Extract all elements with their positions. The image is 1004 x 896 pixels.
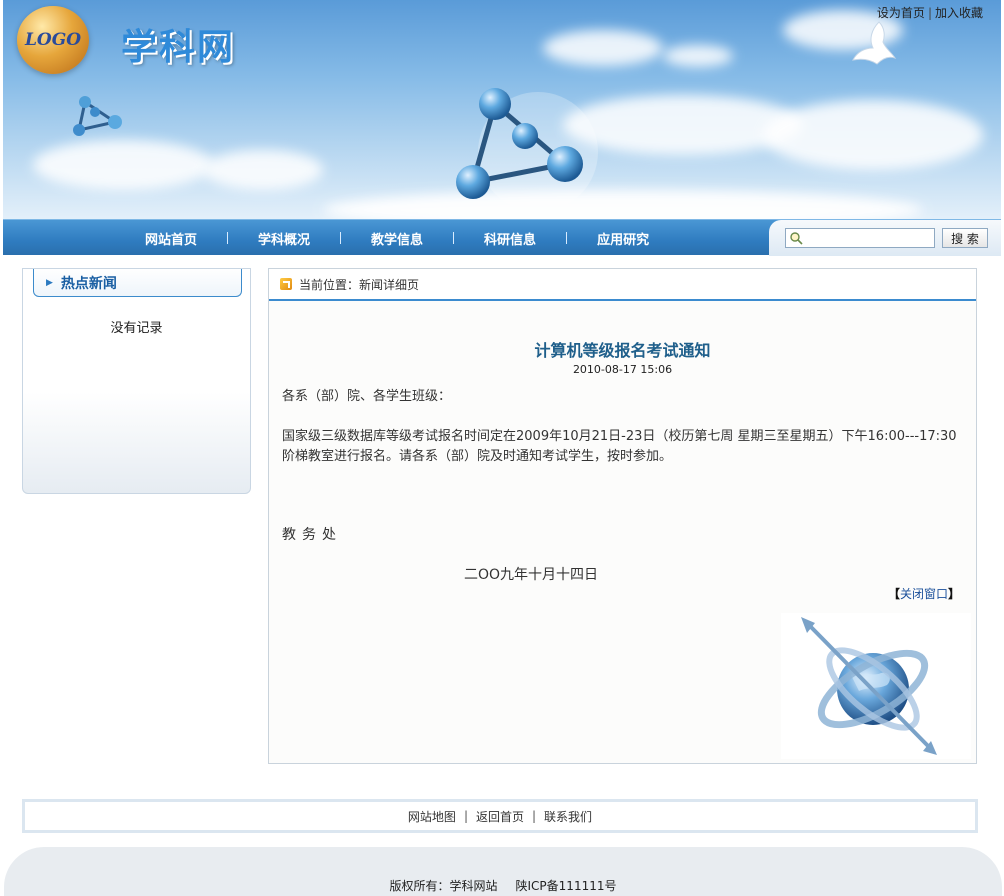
search-input[interactable] <box>785 228 935 248</box>
article-date: 2010-08-17 15:06 <box>572 363 673 376</box>
cloud-decoration <box>323 190 923 220</box>
molecule-large-icon <box>456 88 598 212</box>
nav-item-teaching[interactable]: 教学信息 <box>341 229 453 248</box>
article-greeting: 各系（部）院、各学生班级： <box>282 389 452 404</box>
nav-bar: 网站首页 学科概况 教学信息 科研信息 应用研究 搜 索 <box>3 219 1001 256</box>
cloud-decoration <box>763 100 983 170</box>
separator: | <box>463 809 468 823</box>
contact-link[interactable]: 联系我们 <box>544 808 592 825</box>
copyright-text: 版权所有：学科网站 <box>389 879 498 893</box>
top-links: 设为首页 | 加入收藏 <box>877 4 983 21</box>
dove-icon <box>852 21 897 65</box>
separator: | <box>532 809 537 823</box>
hot-news-header: ▶ 热点新闻 <box>33 269 242 297</box>
nav-item-overview[interactable]: 学科概况 <box>228 229 340 248</box>
location-arrow-icon <box>280 278 292 290</box>
sitemap-link[interactable]: 网站地图 <box>408 808 456 825</box>
search-icon <box>790 232 803 245</box>
globe-image <box>781 613 971 759</box>
add-favorite-link[interactable]: 加入收藏 <box>935 6 983 20</box>
hot-news-title: 热点新闻 <box>60 275 117 292</box>
article-panel: 当前位置：新闻详细页 计算机等级报名考试通知 2010-08-17 15:06 … <box>268 268 977 764</box>
cloud-decoration <box>663 45 733 67</box>
breadcrumb-text: 当前位置：新闻详细页 <box>299 277 420 292</box>
footer-links: 网站地图 | 返回首页 | 联系我们 <box>22 799 978 833</box>
search-area: 搜 索 <box>769 220 1001 256</box>
empty-message: 没有记录 <box>110 321 163 336</box>
article-body: 各系（部）院、各学生班级： 国家级三级数据库等级考试报名时间定在2009年10月… <box>282 387 962 467</box>
article-content: 国家级三级数据库等级考试报名时间定在2009年10月21日-23日（校历第七周 … <box>282 429 957 464</box>
article-title: 计算机等级报名考试通知 <box>534 341 711 360</box>
site-title: 学科网 <box>121 27 236 68</box>
nav-menu: 网站首页 学科概况 教学信息 科研信息 应用研究 <box>115 220 679 256</box>
cloud-decoration <box>203 150 323 190</box>
molecule-small-icon <box>73 96 122 136</box>
search-button[interactable]: 搜 索 <box>942 228 988 248</box>
nav-item-research[interactable]: 科研信息 <box>454 229 566 248</box>
article-signature: 教务处 <box>282 527 342 543</box>
separator: | <box>927 6 932 20</box>
back-home-link[interactable]: 返回首页 <box>476 808 524 825</box>
article-sign-date: 二OO九年十月十四日 <box>464 567 599 583</box>
logo[interactable]: LOGO <box>17 6 89 74</box>
nav-item-home[interactable]: 网站首页 <box>115 229 227 248</box>
triangle-right-icon: ▶ <box>46 277 53 288</box>
close-window-label: 关闭窗口 <box>899 587 948 601</box>
globe-icon <box>801 617 937 755</box>
close-window-link[interactable]: 【关闭窗口】 <box>888 585 960 602</box>
bracket-right: 】 <box>947 587 960 601</box>
bracket-left: 【 <box>887 587 900 601</box>
breadcrumb: 当前位置：新闻详细页 <box>269 269 976 301</box>
cloud-decoration <box>33 140 213 190</box>
nav-item-applied[interactable]: 应用研究 <box>567 229 679 248</box>
cloud-decoration <box>543 30 663 66</box>
copyright-bar: 版权所有：学科网站 陕ICP备111111号 <box>4 847 1002 896</box>
icp-number: 陕ICP备111111号 <box>515 879 617 893</box>
header-banner: LOGO 学科网 设为首页 | 加入收藏 <box>3 0 1001 220</box>
set-homepage-link[interactable]: 设为首页 <box>877 6 925 20</box>
hot-news-panel: ▶ 热点新闻 没有记录 <box>22 268 251 494</box>
